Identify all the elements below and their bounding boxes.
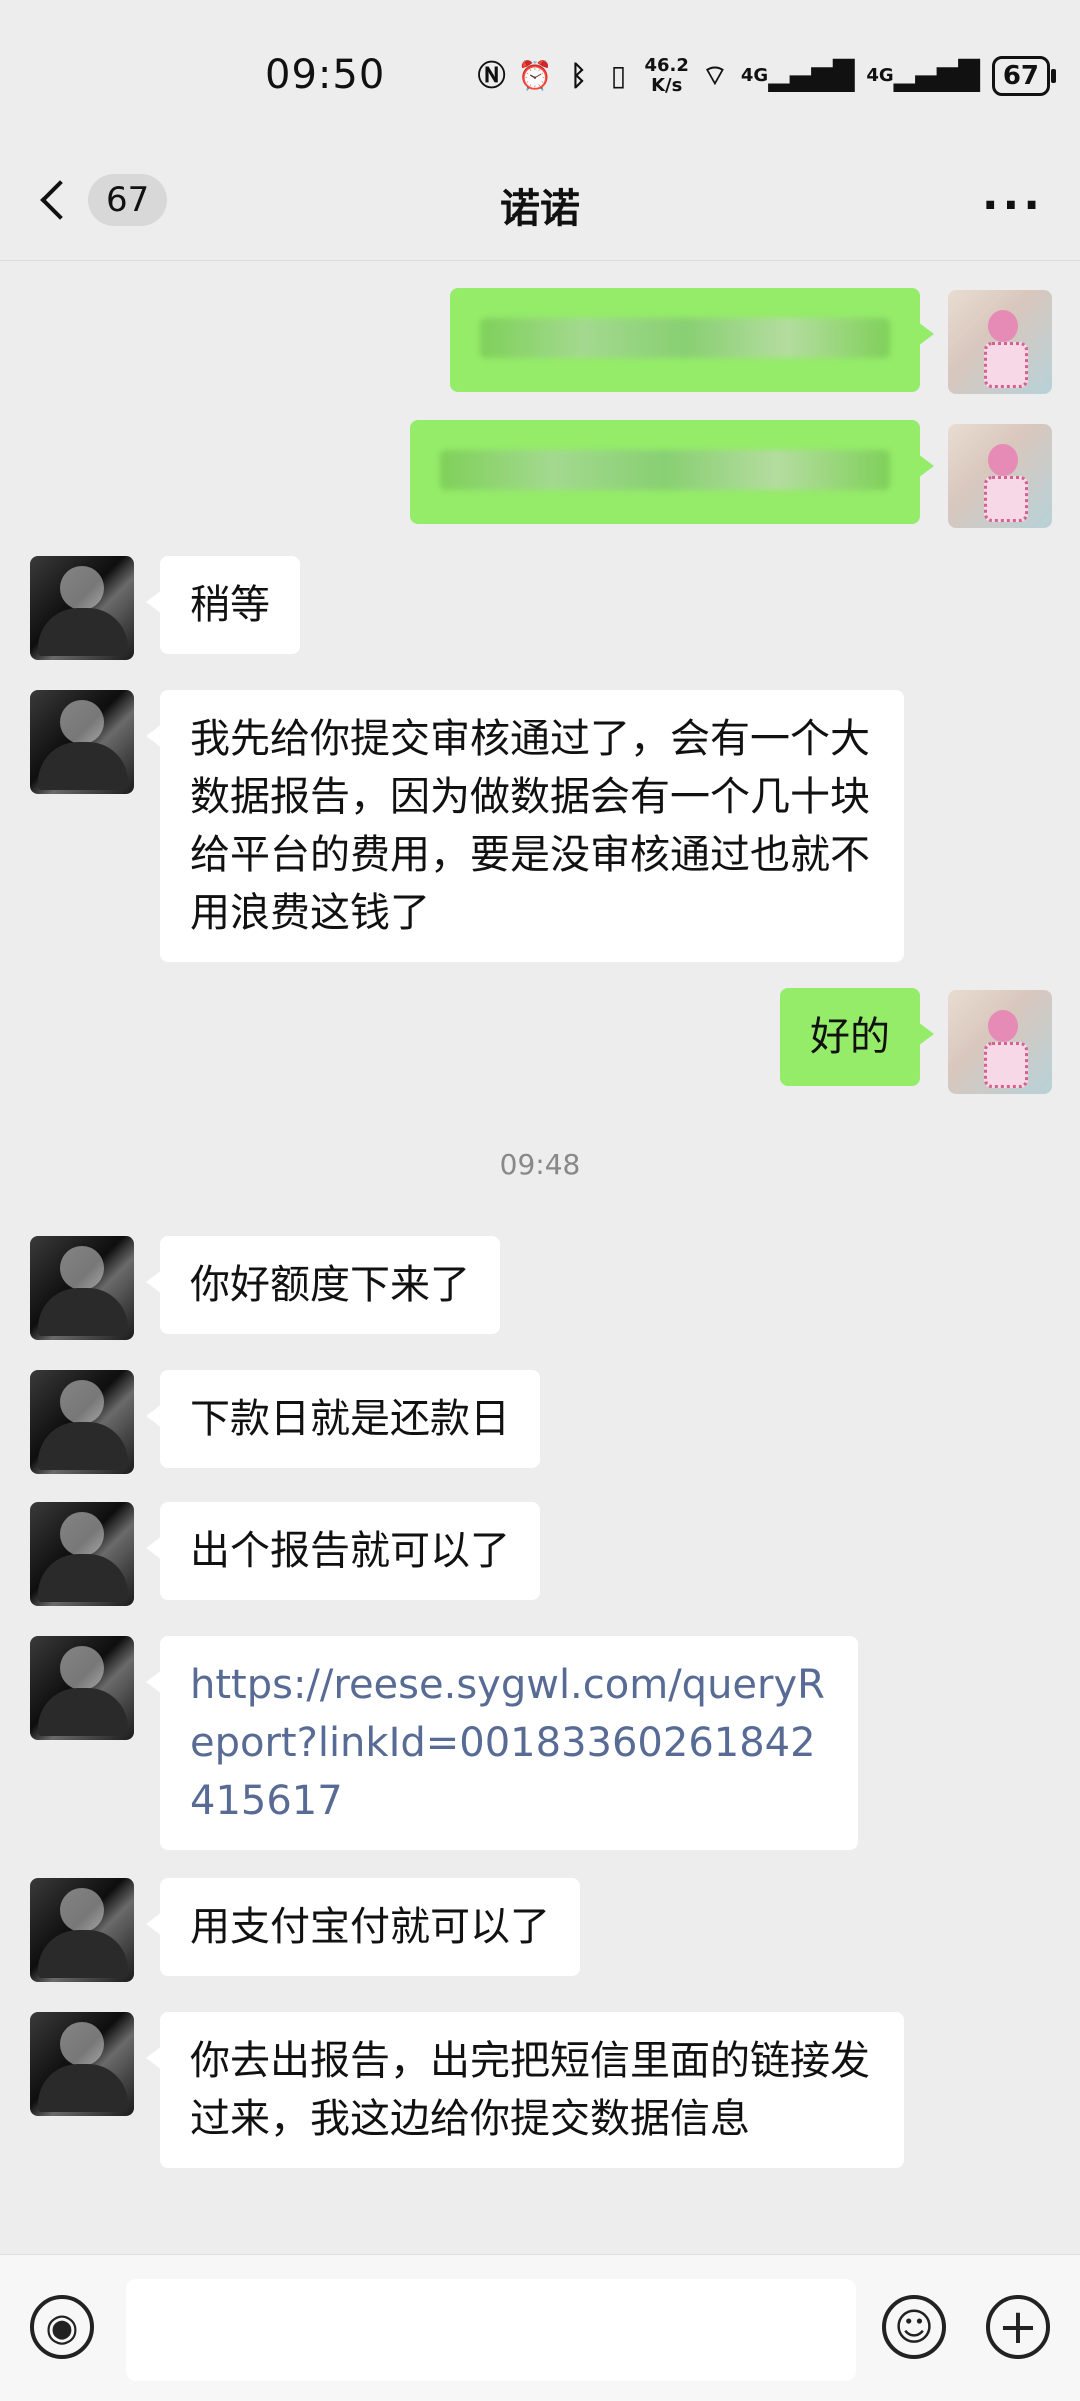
plus-icon: + — [997, 2299, 1039, 2355]
signal-icon-2: 4G▂▄▆█ — [866, 59, 980, 92]
my-avatar[interactable] — [948, 990, 1052, 1094]
message-bubble-sent[interactable]: 好的 — [780, 988, 934, 1086]
chat-header: 67 诺诺 ··· — [0, 150, 1080, 261]
message-link[interactable]: https://reese.sygwl.com/queryReport?link… — [190, 1662, 825, 1824]
contact-avatar[interactable] — [30, 2012, 134, 2116]
message-bubble-received[interactable]: 用支付宝付就可以了 — [146, 1878, 580, 1976]
plus-button[interactable]: + — [986, 2295, 1050, 2359]
emoji-button[interactable]: ☺ — [882, 2295, 946, 2359]
input-bar: ◉ ☺ + — [0, 2254, 1080, 2401]
wifi-icon: ⌔ — [701, 59, 729, 92]
net-speed: 46.2 K/s — [644, 55, 689, 96]
chat-title: 诺诺 — [500, 186, 580, 232]
contact-avatar[interactable] — [30, 556, 134, 660]
blurred-content — [480, 318, 890, 358]
bluetooth-icon: ᛒ — [570, 59, 587, 92]
message-bubble-received[interactable]: 你好额度下来了 — [146, 1236, 500, 1334]
status-icons: Ⓝ ⏰ ᛒ ▯ 46.2 K/s ⌔ 4G▂▄▆█ 4G▂▄▆█ 67 — [477, 55, 1057, 96]
contact-avatar[interactable] — [30, 1236, 134, 1340]
contact-avatar[interactable] — [30, 1878, 134, 1982]
voice-icon: ◉ — [45, 2305, 79, 2349]
signal-icon: 4G▂▄▆█ — [740, 59, 855, 92]
my-avatar[interactable] — [948, 290, 1052, 394]
my-avatar[interactable] — [948, 424, 1052, 528]
voice-button[interactable]: ◉ — [30, 2295, 94, 2359]
contact-avatar[interactable] — [30, 690, 134, 794]
vibrate-icon: ▯ — [610, 59, 627, 92]
message-bubble-link[interactable]: https://reese.sygwl.com/queryReport?link… — [146, 1636, 858, 1850]
contact-avatar[interactable] — [30, 1370, 134, 1474]
message-bubble-received[interactable]: 我先给你提交审核通过了，会有一个大数据报告，因为做数据会有一个几十块给平台的费用… — [146, 690, 904, 962]
message-bubble-received[interactable]: 下款日就是还款日 — [146, 1370, 540, 1468]
contact-avatar[interactable] — [30, 1636, 134, 1740]
message-bubble-sent-2[interactable] — [410, 420, 934, 524]
nfc-icon: Ⓝ — [477, 59, 506, 92]
message-input[interactable] — [126, 2279, 856, 2381]
chat-timestamp: 09:48 — [499, 1148, 581, 1181]
blurred-content — [440, 450, 890, 490]
contact-avatar[interactable] — [30, 1502, 134, 1606]
more-icon[interactable]: ··· — [982, 180, 1044, 231]
message-bubble-sent-1[interactable] — [450, 288, 934, 392]
battery-icon: 67 — [991, 56, 1057, 96]
emoji-icon: ☺ — [894, 2305, 934, 2349]
message-bubble-received[interactable]: 稍等 — [146, 556, 300, 654]
message-bubble-received[interactable]: 你去出报告，出完把短信里面的链接发过来，我这边给你提交数据信息 — [146, 2012, 904, 2168]
alarm-icon: ⏰ — [517, 59, 553, 92]
message-bubble-received[interactable]: 出个报告就可以了 — [146, 1502, 540, 1600]
status-time: 09:50 — [265, 52, 386, 98]
status-bar: 09:50 Ⓝ ⏰ ᛒ ▯ 46.2 K/s ⌔ 4G▂▄▆█ 4G▂▄▆█ 6… — [0, 0, 1080, 150]
